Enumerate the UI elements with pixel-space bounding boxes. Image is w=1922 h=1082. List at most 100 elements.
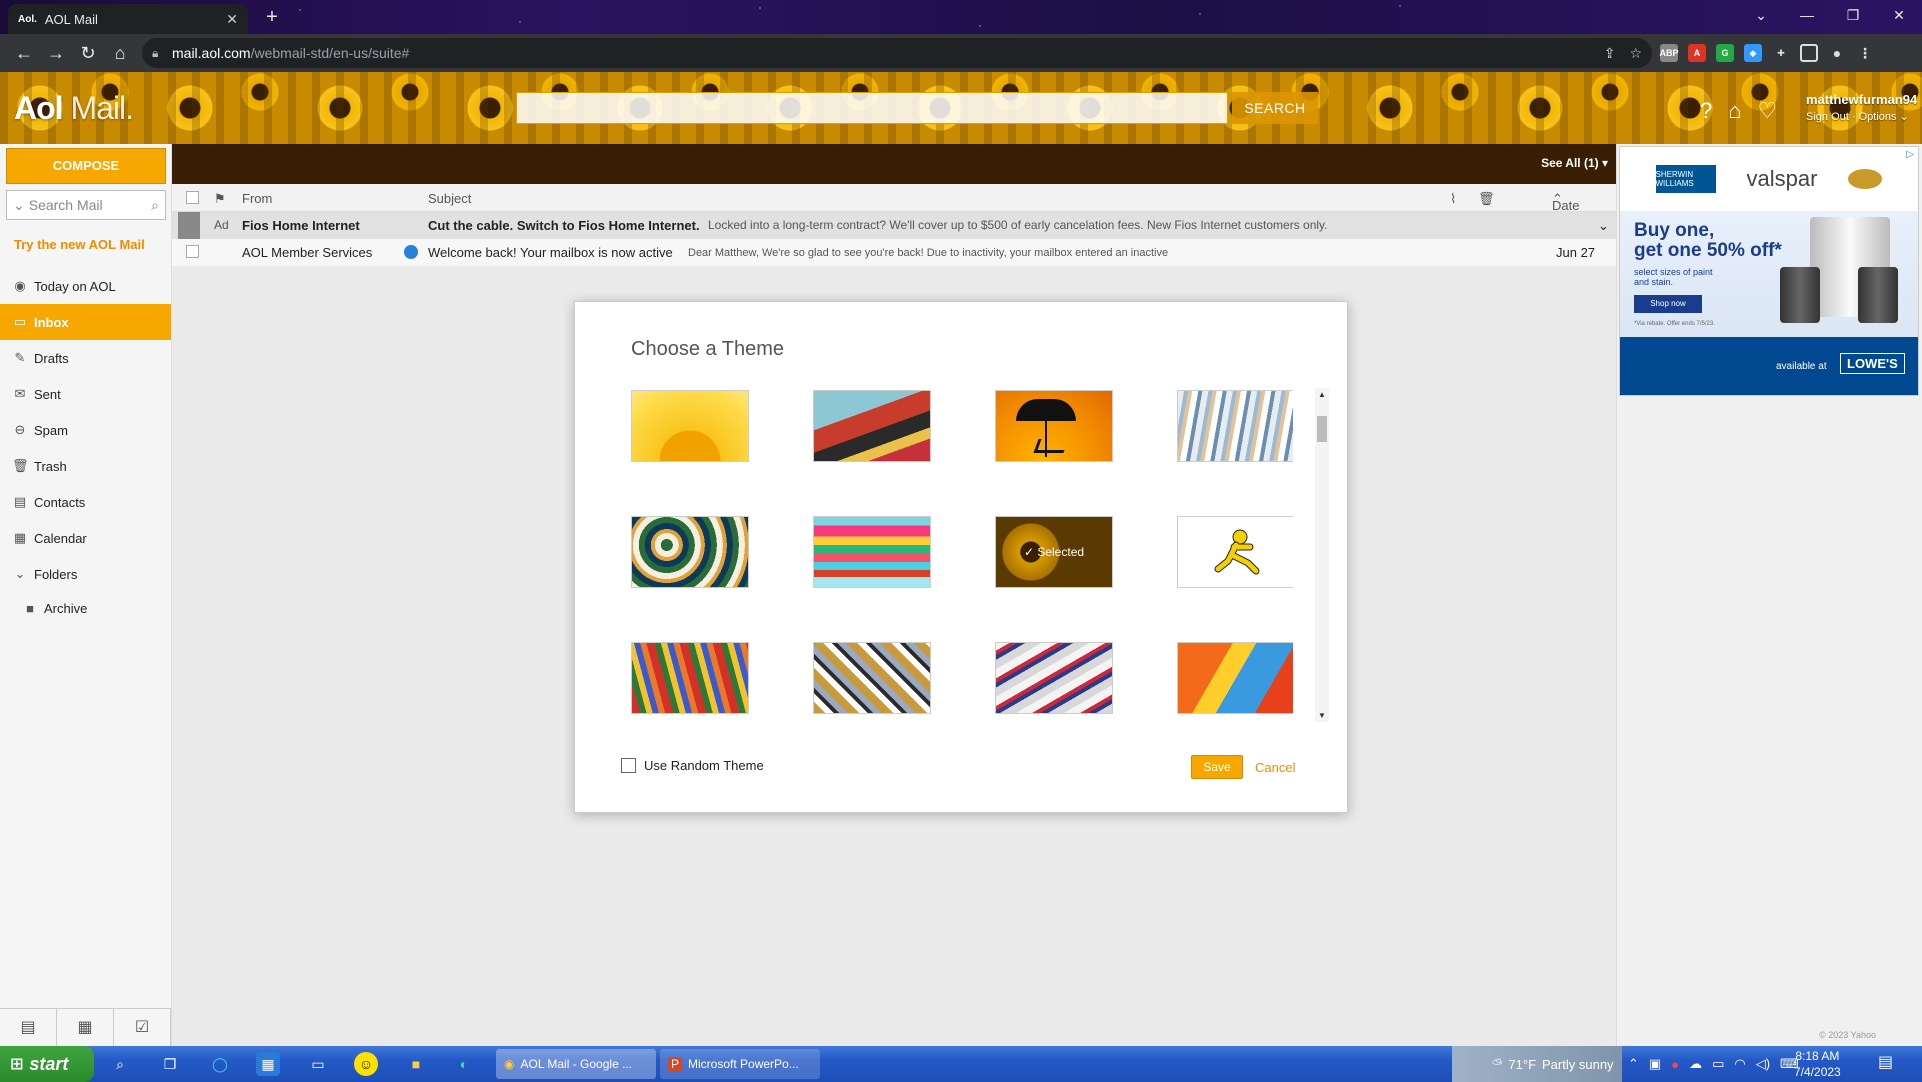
notification-icon[interactable]: ▤ xyxy=(1878,1052,1893,1072)
random-theme-checkbox[interactable] xyxy=(621,758,636,773)
taskbar-chrome-window[interactable]: ◉ AOL Mail - Google ... xyxy=(496,1049,656,1079)
col-date[interactable]: Date ⌃ xyxy=(1552,191,1579,213)
theme-thumb-colorful-boat[interactable] xyxy=(813,516,931,588)
restore-icon[interactable]: ❐ xyxy=(1830,7,1876,24)
theme-thumb-abstract-red[interactable] xyxy=(813,390,931,462)
home-header-icon[interactable]: ⌂ xyxy=(1728,98,1741,124)
theme-thumb-stripes[interactable] xyxy=(631,642,749,714)
theme-grid-scrollbar[interactable]: ▲ ▼ xyxy=(1315,388,1329,722)
flag-column-icon[interactable]: ⚑ xyxy=(214,191,226,207)
top-search-button[interactable]: SEARCH xyxy=(1232,92,1318,124)
theme-thumb-sunflower[interactable]: ✓ Selected xyxy=(995,516,1113,588)
store-icon[interactable]: ▦ xyxy=(256,1052,280,1076)
tray-expand-icon[interactable]: ⌃ xyxy=(1628,1056,1639,1072)
sidebar-item-spam[interactable]: ⊖ Spam xyxy=(0,412,171,448)
row-checkbox[interactable] xyxy=(186,245,199,258)
contacts-shortcut-icon[interactable]: ▤ xyxy=(0,1009,57,1046)
adchoices-icon[interactable]: ▷ xyxy=(1906,149,1914,160)
sidebar-item-contacts[interactable]: ▤ Contacts xyxy=(0,484,171,520)
forward-icon[interactable]: → xyxy=(40,43,72,64)
tasks-shortcut-icon[interactable]: ☑ xyxy=(114,1009,171,1046)
sidebar-item-calendar[interactable]: ▦ Calendar xyxy=(0,520,171,556)
reload-icon[interactable]: ↻ xyxy=(72,43,104,64)
shield-extension-icon[interactable]: ◆ xyxy=(1744,44,1762,62)
save-button[interactable]: Save xyxy=(1191,755,1243,779)
sidebar-item-trash[interactable]: 🗑︎ Trash xyxy=(0,448,171,484)
theme-thumb-ribbons[interactable] xyxy=(995,642,1113,714)
scroll-down-icon[interactable]: ▼ xyxy=(1315,711,1329,720)
file-explorer-icon[interactable]: ■ xyxy=(404,1052,428,1076)
search-taskbar-icon[interactable]: ⌕ xyxy=(108,1052,132,1076)
calendar-shortcut-icon[interactable]: ▦ xyxy=(57,1009,114,1046)
address-bar[interactable]: 🔒︎ mail.aol.com /webmail-std/en-us/suite… xyxy=(142,38,1652,68)
close-window-icon[interactable]: ✕ xyxy=(1876,7,1922,24)
theme-thumb-aim-runner[interactable] xyxy=(1177,516,1293,588)
attachment-column-icon[interactable]: ⌇ xyxy=(1450,191,1456,207)
cancel-button[interactable]: Cancel xyxy=(1255,760,1295,775)
help-icon[interactable]: ? xyxy=(1700,98,1712,124)
scroll-thumb[interactable] xyxy=(1317,416,1327,442)
menu-kebab-icon[interactable]: ⋮ xyxy=(1856,44,1874,62)
compose-button[interactable]: COMPOSE xyxy=(6,148,166,184)
share-icon[interactable]: ⇪ xyxy=(1604,45,1616,62)
snapchat-icon[interactable]: ☺ xyxy=(354,1052,378,1076)
delete-column-icon[interactable]: 🗑︎ xyxy=(1478,191,1495,207)
tab-search-icon[interactable]: ⌄ xyxy=(1738,7,1784,24)
wifi-icon[interactable]: ◠ xyxy=(1734,1056,1745,1072)
theme-thumb-geometric[interactable] xyxy=(1177,642,1293,714)
options-link[interactable]: Options xyxy=(1859,111,1897,123)
random-theme-option[interactable]: Use Random Theme xyxy=(621,758,764,773)
search-mail-input[interactable]: ⌄ Search Mail ⌕ xyxy=(6,190,166,220)
col-subject[interactable]: Subject xyxy=(428,191,471,206)
sidebar-item-archive[interactable]: ■ Archive xyxy=(0,592,171,624)
extensions-puzzle-icon[interactable]: ✚ xyxy=(1772,44,1790,62)
select-all-checkbox[interactable] xyxy=(186,191,199,204)
home-icon[interactable]: ⌂ xyxy=(104,43,136,64)
cortana-icon[interactable]: ◯ xyxy=(208,1052,232,1076)
system-clock[interactable]: 8:18 AM 7/4/2023 xyxy=(1794,1048,1841,1080)
tray-onedrive-icon[interactable]: ☁ xyxy=(1689,1056,1702,1072)
task-view-icon[interactable]: ❐ xyxy=(158,1052,182,1076)
ad-chevron-icon[interactable]: ⌄ xyxy=(1598,218,1609,234)
sidebar-item-today[interactable]: ◉ Today on AOL xyxy=(0,268,171,304)
profile-icon[interactable]: ● xyxy=(1828,44,1846,62)
mail-app-icon[interactable]: ▭ xyxy=(306,1052,330,1076)
theme-thumb-beach-crowd[interactable] xyxy=(1177,390,1293,462)
theme-thumb-sun[interactable] xyxy=(631,390,749,462)
sidebar-item-inbox[interactable]: ▭ Inbox xyxy=(0,304,171,340)
close-tab-icon[interactable]: ✕ xyxy=(226,11,238,28)
sidebar-item-drafts[interactable]: ✎ Drafts xyxy=(0,340,171,376)
search-icon[interactable]: ⌕ xyxy=(151,197,159,214)
bookmark-star-icon[interactable]: ☆ xyxy=(1629,45,1642,62)
see-all-dropdown[interactable]: See All (1) ▾ xyxy=(1541,156,1608,170)
browser-tab[interactable]: Aol. AOL Mail ✕ xyxy=(8,4,248,34)
options-chevron-icon[interactable]: ⌄ xyxy=(1900,111,1909,123)
heart-icon[interactable]: ♡ xyxy=(1758,98,1778,124)
theme-thumb-woven[interactable] xyxy=(813,642,931,714)
weather-widget[interactable]: ⛅︎ 71°F Partly sunny xyxy=(1452,1046,1622,1082)
side-panel-icon[interactable] xyxy=(1800,44,1818,62)
theme-thumb-beach-umbrella[interactable] xyxy=(995,390,1113,462)
sign-out-link[interactable]: Sign Out xyxy=(1806,111,1849,123)
minimize-icon[interactable]: — xyxy=(1784,7,1830,23)
edge-icon[interactable]: ◐ xyxy=(452,1052,476,1076)
grammar-extension-icon[interactable]: G xyxy=(1716,44,1734,62)
tray-app-icon[interactable]: ▣ xyxy=(1649,1056,1661,1072)
volume-icon[interactable]: ◁) xyxy=(1756,1056,1770,1072)
lock-icon[interactable]: 🔒︎ xyxy=(152,46,158,61)
battery-icon[interactable]: ▭ xyxy=(1712,1056,1724,1072)
acrobat-extension-icon[interactable]: A xyxy=(1688,44,1706,62)
search-scope-chevron-icon[interactable]: ⌄ xyxy=(13,197,25,214)
taskbar-powerpoint-window[interactable]: P Microsoft PowerPo... xyxy=(660,1049,820,1079)
start-button[interactable]: ⊞ start xyxy=(0,1046,94,1082)
col-from[interactable]: From xyxy=(242,191,272,206)
aol-mail-logo[interactable]: Aol Mail. xyxy=(14,90,134,127)
sidebar-item-folders[interactable]: ⌄ Folders xyxy=(0,556,171,592)
scroll-up-icon[interactable]: ▲ xyxy=(1315,390,1329,399)
shop-now-button[interactable]: Shop now xyxy=(1634,295,1702,313)
top-search-input[interactable] xyxy=(516,92,1228,124)
ad-banner[interactable]: ▷ SHERWIN WILLIAMS valspar Buy one, get … xyxy=(1619,146,1919,396)
adblock-extension-icon[interactable]: ABP xyxy=(1660,44,1679,62)
back-icon[interactable]: ← xyxy=(8,43,40,64)
table-row[interactable]: Ad Fios Home Internet Cut the cable. Swi… xyxy=(172,212,1616,239)
